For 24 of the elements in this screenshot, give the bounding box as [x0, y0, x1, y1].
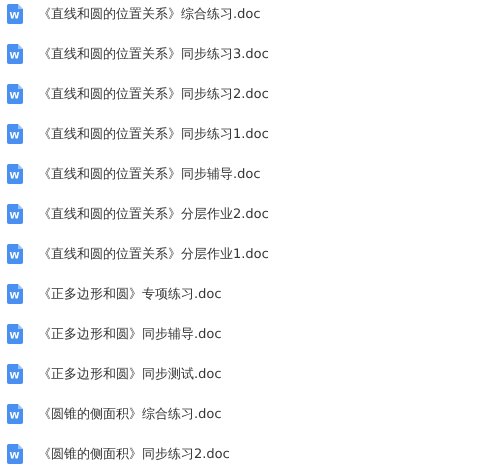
document-icon: W — [7, 164, 23, 184]
file-name[interactable]: 《正多边形和圆》同步测试.doc — [38, 365, 222, 383]
document-icon: W — [7, 284, 23, 304]
file-name[interactable]: 《直线和圆的位置关系》同步练习3.doc — [38, 45, 269, 63]
file-name[interactable]: 《直线和圆的位置关系》分层作业1.doc — [38, 245, 269, 263]
file-name[interactable]: 《直线和圆的位置关系》分层作业2.doc — [38, 205, 269, 223]
document-icon: W — [7, 444, 23, 464]
document-icon: W — [7, 4, 23, 24]
document-icon: W — [7, 84, 23, 104]
document-icon: W — [7, 204, 23, 224]
document-icon: W — [7, 124, 23, 144]
document-icon: W — [7, 44, 23, 64]
file-name[interactable]: 《圆锥的侧面积》同步练习2.doc — [38, 445, 230, 463]
file-name[interactable]: 《正多边形和圆》专项练习.doc — [38, 285, 222, 303]
file-name[interactable]: 《直线和圆的位置关系》同步练习2.doc — [38, 85, 269, 103]
document-icon: W — [7, 244, 23, 264]
file-name[interactable]: 《直线和圆的位置关系》同步练习1.doc — [38, 125, 269, 143]
document-icon: W — [7, 364, 23, 384]
file-name[interactable]: 《直线和圆的位置关系》同步辅导.doc — [38, 165, 260, 183]
file-name[interactable]: 《正多边形和圆》同步辅导.doc — [38, 325, 222, 343]
file-name[interactable]: 《直线和圆的位置关系》综合练习.doc — [38, 5, 260, 23]
document-icon: W — [7, 324, 23, 344]
document-icon: W — [7, 404, 23, 424]
file-name[interactable]: 《圆锥的侧面积》综合练习.doc — [38, 405, 222, 423]
